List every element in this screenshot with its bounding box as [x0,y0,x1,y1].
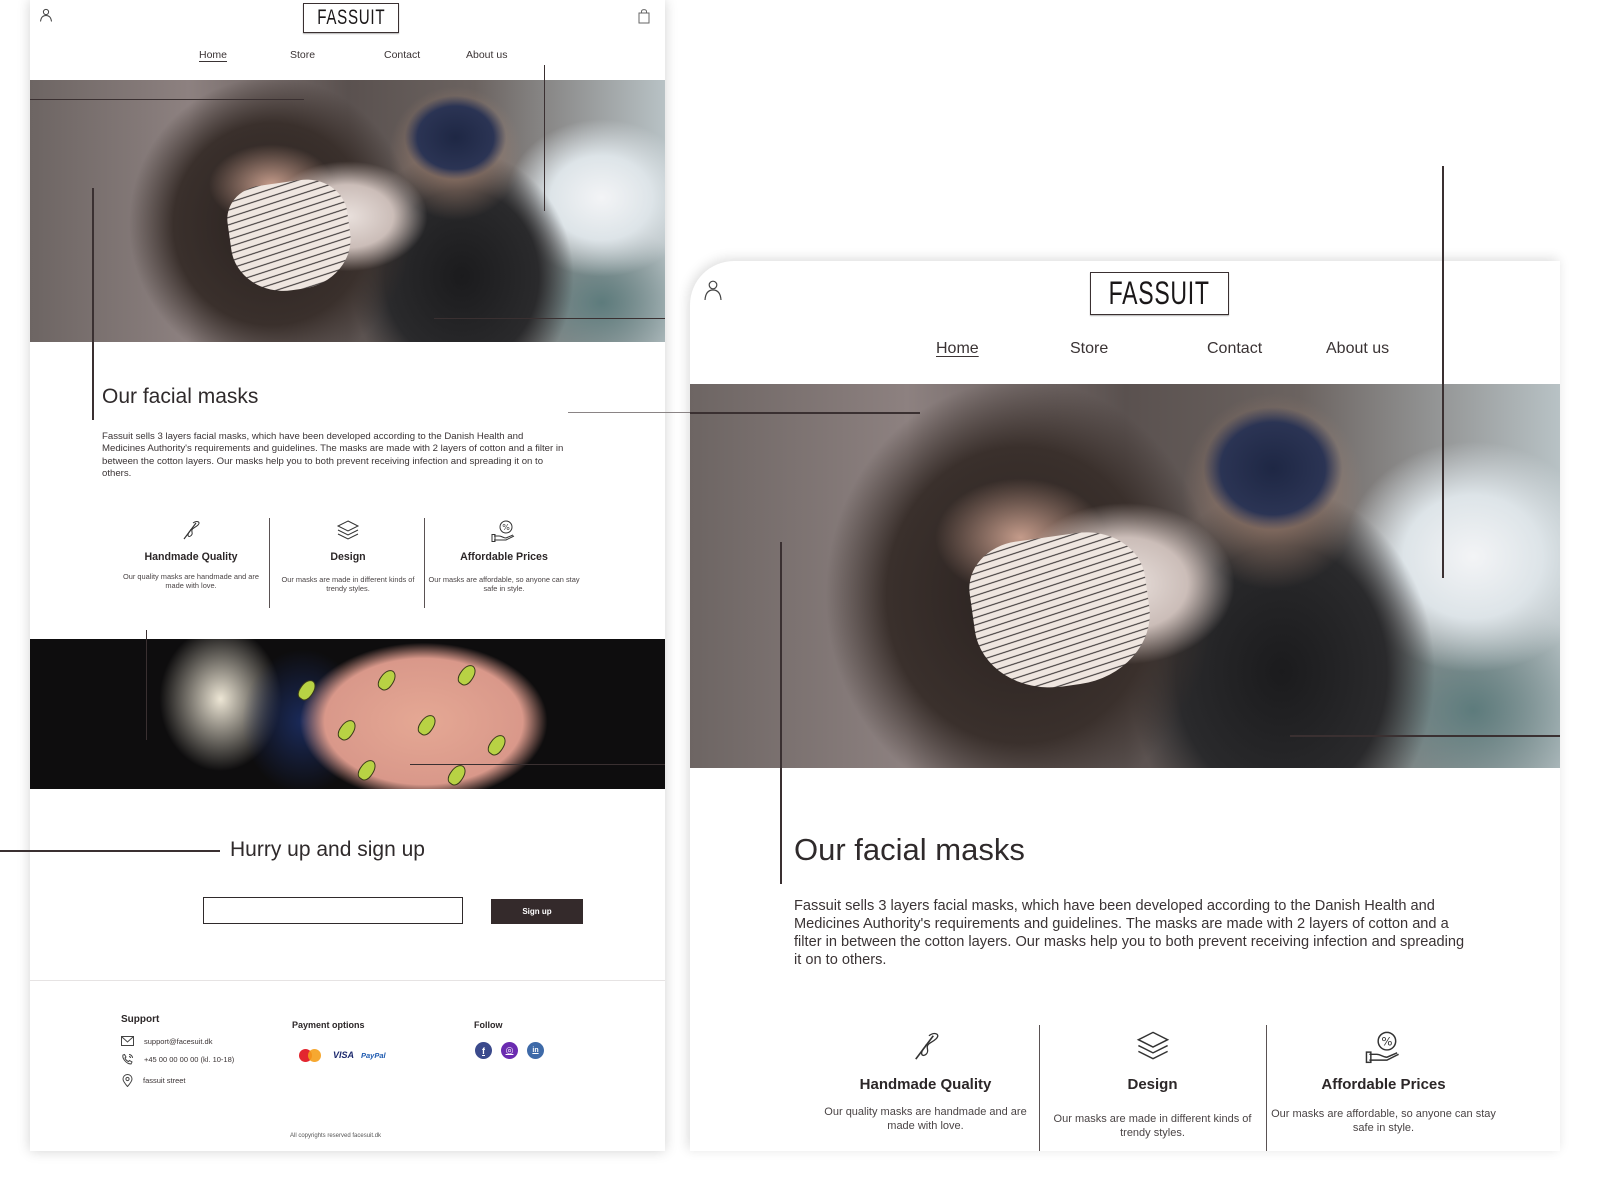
feature-divider [424,518,425,608]
logo[interactable]: FASSUIT [1090,272,1229,315]
feature-title: Design [1127,1076,1178,1093]
feature-design: Design Our masks are made in different k… [275,519,421,593]
feature-title: Affordable Prices [460,551,548,563]
feature-title: Design [330,551,366,563]
user-icon[interactable] [39,8,53,22]
feature-title: Handmade Quality [144,551,238,563]
nav-home[interactable]: Home [199,49,227,61]
signup-email-input[interactable] [203,897,463,924]
footer-phone[interactable]: +45 00 00 00 00 (kl. 10-18) [121,1053,234,1066]
decor-line [568,412,665,413]
decor-line [410,764,665,765]
layers-icon [336,520,360,540]
nav-about[interactable]: About us [1326,340,1389,358]
signup-title: Hurry up and sign up [230,838,425,861]
footer-email[interactable]: support@facesuit.dk [121,1036,212,1046]
nav-store[interactable]: Store [290,49,315,61]
visa-icon: VISA [333,1050,355,1060]
decor-line [1290,735,1560,737]
feature-handmade: Handmade Quality Our quality masks are h… [818,1029,1033,1133]
intro-body: Fassuit sells 3 layers facial masks, whi… [102,431,564,479]
hero-image [690,384,1560,768]
feature-desc: Our masks are made in different kinds of… [281,575,415,593]
svg-text:%: % [502,523,510,532]
decor-line [146,630,147,740]
nav-store[interactable]: Store [1070,340,1108,358]
nav-home[interactable]: Home [936,340,979,358]
decor-line [1442,166,1444,578]
phone-icon [122,1053,133,1065]
banana-print [454,661,480,689]
banana-print [444,761,470,789]
feature-prices: % Affordable Prices Our masks are afford… [428,519,580,593]
decor-line [30,99,304,100]
banana-print [334,716,360,744]
masks-banner-image [30,639,665,789]
footer-payment-title: Payment options [292,1020,365,1030]
copyright: All copyrights reserved facesuit.dk [290,1133,382,1139]
feature-title: Handmade Quality [859,1076,992,1093]
banana-print [414,711,440,739]
shopping-bag-icon[interactable] [638,8,650,24]
logo[interactable]: FASSUIT [303,3,399,33]
nav-contact[interactable]: Contact [1207,340,1262,358]
decor-line [544,65,545,211]
user-icon[interactable] [703,279,723,301]
banana-print [484,731,510,759]
svg-text:%: % [1381,1035,1392,1049]
banana-print [354,756,380,784]
decor-line [0,850,220,852]
instagram-icon[interactable]: ◎ [501,1042,518,1059]
layers-icon [1136,1031,1169,1060]
mastercard-icon [299,1049,321,1062]
feature-handmade: Handmade Quality Our quality masks are h… [118,519,264,590]
linkedin-icon[interactable]: in [527,1042,544,1059]
banana-print [294,676,320,704]
footer-support-title: Support [121,1014,160,1025]
decor-line [690,412,920,414]
patterned-mask [963,524,1159,698]
percent-hand-icon: % [1365,1031,1399,1064]
footer-address: fassuit street [122,1074,186,1087]
tablet-mockup: FASSUIT Home Store Contact About us Our … [690,261,1560,1151]
footer-divider [30,980,665,981]
patterned-mask [223,174,357,298]
needle-thread-icon [183,521,200,540]
facebook-icon[interactable]: f [475,1042,492,1059]
feature-desc: Our masks are made in different kinds of… [1053,1113,1252,1139]
decor-line [92,188,94,420]
paypal-icon: PayPal [361,1051,386,1060]
feature-divider [1039,1025,1040,1151]
feature-divider [269,518,270,608]
feature-prices: % Affordable Prices Our masks are afford… [1271,1029,1496,1135]
banana-print [374,666,400,694]
intro-title: Our facial masks [794,832,1025,867]
decor-line [780,542,782,884]
decor-line [665,412,690,413]
nav-about[interactable]: About us [466,49,507,61]
nav-contact[interactable]: Contact [384,49,420,61]
feature-title: Affordable Prices [1321,1076,1446,1093]
feature-desc: Our masks are affordable, so anyone can … [428,575,580,593]
intro-body: Fassuit sells 3 layers facial masks, whi… [794,898,1465,968]
feature-design: Design Our masks are made in different k… [1045,1029,1260,1140]
feature-desc: Our quality masks are handmade and are m… [123,572,259,590]
desktop-mockup: FASSUIT Home Store Contact About us Our … [30,0,665,1151]
mail-icon [121,1036,134,1046]
intro-title: Our facial masks [102,385,259,408]
signup-button[interactable]: Sign up [491,899,583,924]
hero-image [30,80,665,342]
feature-desc: Our masks are affordable, so anyone can … [1271,1108,1496,1134]
percent-hand-icon: % [491,520,515,542]
feature-desc: Our quality masks are handmade and are m… [824,1106,1027,1132]
decor-line [434,318,665,319]
needle-thread-icon [914,1032,938,1060]
footer-follow-title: Follow [474,1020,503,1030]
location-pin-icon [122,1074,133,1087]
feature-divider [1266,1025,1267,1151]
